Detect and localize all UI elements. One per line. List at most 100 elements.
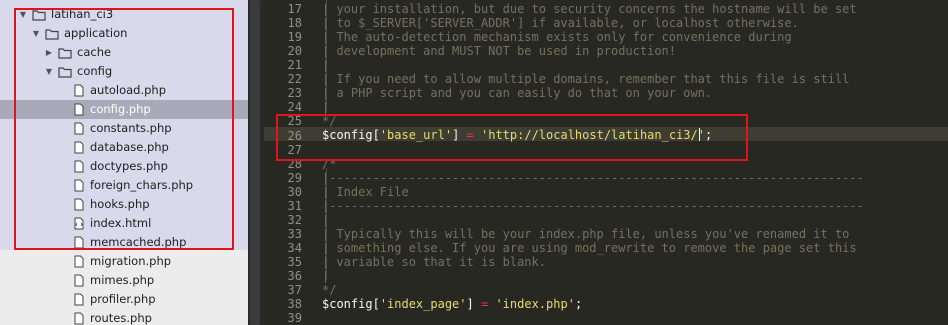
tree-file[interactable]: doctypes.php — [0, 157, 248, 176]
code-comment-line[interactable]: | Index File — [322, 185, 409, 199]
tree-file[interactable]: memcached.php — [0, 233, 248, 252]
code-comment-line[interactable]: |---------------------------------------… — [322, 171, 864, 185]
line-number: 29 — [287, 171, 302, 185]
tree-file[interactable]: migration.php — [0, 252, 248, 271]
line-number: 34 — [287, 241, 302, 255]
code-comment-line[interactable]: | variable so that it is blank. — [322, 255, 546, 269]
line-number: 23 — [287, 86, 302, 100]
line-number: 38 — [287, 297, 302, 311]
code-comment-line[interactable]: | — [322, 58, 329, 72]
tree-file[interactable]: autoload.php — [0, 81, 248, 100]
tree-file[interactable]: profiler.php — [0, 290, 248, 309]
line-number: 37 — [287, 283, 302, 297]
chevron-down-icon[interactable]: ▼ — [18, 5, 28, 24]
tree-file[interactable]: constants.php — [0, 119, 248, 138]
code-comment-line[interactable]: | — [322, 100, 329, 114]
tree-item-label: profiler.php — [90, 292, 156, 306]
code-operator: = — [480, 297, 489, 311]
line-number: 30 — [287, 185, 302, 199]
line-number: 24 — [287, 100, 302, 114]
code-key: 'index_page' — [379, 297, 467, 311]
line-number: 28 — [287, 157, 302, 171]
code-terminator: ; — [704, 128, 713, 142]
code-comment-line[interactable]: | If you need to allow multiple domains,… — [322, 72, 849, 86]
tree-folder[interactable]: ▶ cache — [0, 43, 248, 62]
tree-item-label: routes.php — [90, 311, 152, 325]
tree-file[interactable]: hooks.php — [0, 195, 248, 214]
code-variable: $config — [322, 297, 373, 311]
tree-item-label: doctypes.php — [90, 159, 168, 173]
code-key: 'base_url' — [379, 128, 453, 142]
tree-item-label: constants.php — [90, 121, 172, 135]
tree-item-label: migration.php — [90, 254, 172, 268]
sidebar-scrollbar-thumb[interactable] — [250, 0, 260, 325]
bracket-close: ] — [466, 297, 474, 311]
tree-file[interactable]: routes.php — [0, 309, 248, 325]
code-comment-line[interactable]: /* — [322, 157, 336, 171]
chevron-right-icon[interactable]: ▶ — [44, 43, 54, 62]
code-terminator: ; — [574, 297, 583, 311]
tree-item-label: application — [64, 26, 128, 40]
line-number: 21 — [287, 58, 302, 72]
code-comment-line[interactable]: | — [322, 269, 329, 283]
code-operator: = — [466, 128, 474, 142]
text-cursor — [699, 128, 700, 141]
chevron-down-icon[interactable]: ▼ — [44, 62, 54, 81]
line-number: 20 — [287, 44, 302, 58]
code-comment-line[interactable]: | your installation, but due to security… — [322, 2, 857, 16]
chevron-down-icon[interactable]: ▼ — [31, 24, 41, 43]
code-comment-line[interactable]: | The auto-detection mechanism exists on… — [322, 30, 792, 44]
tree-item-label: latihan_ci3 — [51, 7, 114, 21]
tree-item-label: index.html — [90, 216, 152, 230]
code-comment-line[interactable]: | to $_SERVER['SERVER_ADDR'] if availabl… — [322, 16, 799, 30]
tree-item-label: foreign_chars.php — [90, 178, 194, 192]
bracket-open: [ — [372, 128, 380, 142]
code-line-index-page[interactable]: $config['index_page'] = 'index.php'; — [322, 297, 582, 311]
line-number: 39 — [287, 311, 302, 325]
code-comment-line[interactable]: | something else. If you are using mod_r… — [322, 241, 857, 255]
line-number: 25 — [287, 114, 302, 128]
tree-file[interactable]: foreign_chars.php — [0, 176, 248, 195]
line-number: 22 — [287, 72, 302, 86]
code-comment-line[interactable]: */ — [322, 114, 336, 128]
tree-file[interactable]: database.php — [0, 138, 248, 157]
code-comment-line[interactable]: | Typically this will be your index.php … — [322, 227, 849, 241]
tree-file[interactable]: mimes.php — [0, 271, 248, 290]
tree-item-label: autoload.php — [90, 83, 167, 97]
file-icon — [74, 312, 88, 325]
tree-folder[interactable]: ▼ latihan_ci3 — [0, 5, 248, 24]
code-value: 'http://localhost/latihan_ci3/' — [481, 128, 705, 142]
tree-file[interactable]: index.html — [0, 214, 248, 233]
tree-item-label: database.php — [90, 140, 169, 154]
line-number: 27 — [287, 143, 302, 157]
line-number: 17 — [287, 2, 302, 16]
bracket-close: ] — [452, 128, 460, 142]
line-number: 36 — [287, 269, 302, 283]
line-number: 33 — [287, 227, 302, 241]
line-number: 26 — [287, 129, 302, 143]
line-number: 18 — [287, 16, 302, 30]
tree-item-label: config — [77, 64, 113, 78]
line-number: 35 — [287, 255, 302, 269]
tree-item-label: config.php — [90, 102, 151, 116]
line-number: 31 — [287, 199, 302, 213]
code-line-base-url[interactable]: $config['base_url'] = 'http://localhost/… — [322, 128, 712, 142]
code-value: 'index.php' — [495, 297, 575, 311]
tree-file[interactable]: config.php — [0, 100, 248, 119]
code-comment-line[interactable]: | development and MUST NOT be used in pr… — [322, 44, 676, 58]
code-comment-line[interactable]: */ — [322, 283, 336, 297]
tree-folder[interactable]: ▼ config — [0, 62, 248, 81]
line-number: 19 — [287, 30, 302, 44]
tree-item-label: hooks.php — [90, 197, 150, 211]
tree-folder[interactable]: ▼ application — [0, 24, 248, 43]
code-variable: $config — [322, 128, 373, 142]
code-comment-line[interactable]: | — [322, 213, 329, 227]
file-tree-sidebar: ▼ latihan_ci3 ▼ application ▶ cache ▼ config aut… — [0, 0, 248, 325]
tree-item-label: memcached.php — [90, 235, 187, 249]
bracket-open: [ — [372, 297, 380, 311]
line-number: 32 — [287, 213, 302, 227]
code-comment-line[interactable]: | a PHP script and you can easily do tha… — [322, 86, 712, 100]
tree-item-label: mimes.php — [90, 273, 155, 287]
tree-item-label: cache — [77, 45, 112, 59]
code-comment-line[interactable]: |---------------------------------------… — [322, 199, 864, 213]
